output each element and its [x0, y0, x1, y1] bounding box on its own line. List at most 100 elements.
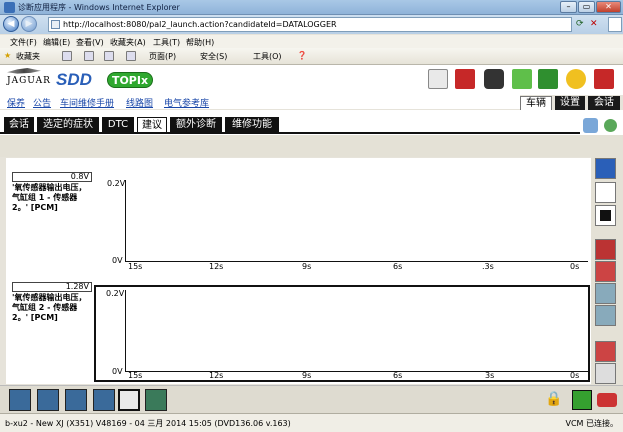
right-toolbar	[591, 155, 623, 387]
link-electrical-library[interactable]: 电气参考库	[164, 96, 209, 109]
chart2-signal-label: '氧传感器输出电压，气缸组 2 - 传感器 2。' [PCM]	[12, 293, 87, 322]
battery-icon[interactable]	[484, 69, 504, 89]
minimize-button[interactable]: –	[560, 1, 577, 13]
signal-list-icon[interactable]	[595, 261, 616, 282]
chart-settings-icon[interactable]	[595, 239, 616, 260]
datalogger-icon[interactable]	[118, 389, 140, 411]
network-icon[interactable]	[145, 389, 167, 411]
camera-icon[interactable]	[428, 69, 448, 89]
link-workshop-manual[interactable]: 车间维修手册	[60, 96, 114, 109]
document-icon[interactable]	[512, 69, 532, 89]
address-input[interactable]: http://localhost:8080/pal2_launch.action…	[48, 17, 572, 32]
lock-icon: 🔒	[545, 391, 563, 407]
maximize-button[interactable]: ▭	[578, 1, 595, 13]
read-mail-icon[interactable]	[104, 51, 114, 61]
menu-favorites[interactable]: 收藏夹(A)	[110, 37, 146, 48]
tools-menu[interactable]: 工具(O)	[253, 51, 282, 62]
favorites-star-icon[interactable]: ★	[4, 51, 11, 60]
exit-icon[interactable]	[594, 69, 614, 89]
window-title: 诊断应用程序 - Windows Internet Explorer	[18, 3, 180, 12]
checklist-icon[interactable]	[538, 69, 558, 89]
car-diagnostic-icon[interactable]	[65, 389, 87, 411]
chart1-xtick: 0s	[570, 262, 580, 271]
tab-vehicle[interactable]: 车辆	[520, 96, 552, 110]
link-maintenance[interactable]: 保养	[7, 96, 25, 109]
battery-status-icon	[597, 393, 617, 407]
download-icon[interactable]	[566, 69, 586, 89]
tab-session[interactable]: 会话	[588, 96, 620, 110]
export-icon[interactable]	[595, 363, 616, 384]
sdd-logo: SDD	[56, 70, 92, 89]
print-icon[interactable]	[126, 51, 136, 61]
menu-edit[interactable]: 编辑(E)	[43, 37, 70, 48]
chart1-signal-label: '氧传感器输出电压，气缸组 1 - 传感器 2。' [PCM]	[12, 183, 87, 212]
refresh-round-icon[interactable]	[604, 119, 617, 132]
diagnostic-device-icon[interactable]	[455, 69, 475, 89]
zoom-in-icon[interactable]	[595, 283, 616, 304]
link-bulletins[interactable]: 公告	[33, 96, 51, 109]
home-screen-icon[interactable]	[9, 389, 31, 411]
save-log-icon[interactable]	[595, 341, 616, 362]
chart1-xtick: 9s	[302, 262, 312, 271]
menu-help[interactable]: 帮助(H)	[186, 37, 214, 48]
jaguar-logo: JAGUAR	[7, 68, 51, 86]
record-camera-icon[interactable]	[595, 182, 616, 203]
chart1-xtick: 12s	[209, 262, 224, 271]
chart2-xtick: 15s	[128, 371, 143, 380]
page-icon	[51, 20, 60, 29]
stop-icon[interactable]: ✕	[590, 19, 598, 29]
menu-file[interactable]: 文件(F)	[10, 37, 37, 48]
vcm-connected-icon	[572, 390, 592, 410]
chart2-selected-frame[interactable]	[94, 285, 590, 382]
page-menu[interactable]: 页面(P)	[149, 51, 176, 62]
search-input[interactable]	[608, 17, 622, 32]
topix-button[interactable]: TOPIx	[107, 72, 153, 88]
tab-session-main[interactable]: 会话	[4, 117, 34, 132]
menu-bar: 文件(F) 编辑(E) 查看(V) 收藏夹(A) 工具(T) 帮助(H)	[0, 35, 623, 48]
command-bar: ★ 收藏夹 页面(P) 安全(S) 工具(O) ❓	[0, 48, 623, 65]
bottom-toolbar: 🔒	[0, 385, 623, 413]
tab-underline	[0, 132, 580, 134]
tab-extra-diagnostics[interactable]: 额外诊断	[170, 117, 222, 132]
home-icon[interactable]	[62, 51, 72, 61]
favorites-label[interactable]: 收藏夹	[16, 51, 40, 62]
connection-status: VCM 已连接。	[565, 419, 618, 428]
refresh-icon[interactable]: ⟳	[576, 19, 584, 29]
menu-tools[interactable]: 工具(T)	[153, 37, 180, 48]
chart2-y-axis	[125, 290, 126, 372]
chart1-y-axis	[125, 180, 126, 262]
chart2-ytick-bottom: 0V	[112, 367, 123, 376]
tab-dtc[interactable]: DTC	[102, 117, 134, 132]
chart1-ytick-top: 0.2V	[107, 179, 126, 188]
chart2-xtick: 3s	[485, 371, 495, 380]
list-view-icon[interactable]	[595, 158, 616, 179]
link-wiring-diagrams[interactable]: 线路图	[126, 96, 153, 109]
help-icon[interactable]: ❓	[297, 51, 307, 60]
main-tab-bar: 会话 选定的症状 DTC 建议 额外诊断 维修功能	[0, 110, 623, 135]
tab-repair-functions[interactable]: 维修功能	[225, 117, 279, 132]
chart1-xtick: 15s	[128, 262, 143, 271]
session-info: b-xu2 - New XJ (X351) V48169 - 04 三月 201…	[5, 419, 291, 428]
checklist-tool-icon[interactable]	[93, 389, 115, 411]
chart2-ytick-top: 0.2V	[106, 289, 125, 298]
chart1-xtick: .3s	[482, 262, 494, 271]
safety-menu[interactable]: 安全(S)	[200, 51, 227, 62]
close-button[interactable]: ✕	[596, 1, 621, 13]
chart1-current-value: 0.8V	[12, 172, 92, 182]
forward-arrow-icon[interactable]: ▶	[21, 16, 37, 32]
tab-settings[interactable]: 设置	[555, 96, 585, 110]
chart2-xtick: 12s	[209, 371, 224, 380]
tab-selected-symptoms[interactable]: 选定的症状	[37, 117, 99, 132]
zoom-out-icon[interactable]	[595, 305, 616, 326]
stop-square-icon[interactable]	[595, 205, 616, 226]
link-bar: 保养 公告 车间维修手册 线路图 电气参考库	[0, 95, 520, 109]
chart2-current-value: 1.28V	[12, 282, 92, 292]
tab-recommendations[interactable]: 建议	[137, 117, 167, 132]
menu-view[interactable]: 查看(V)	[76, 37, 104, 48]
back-arrow-icon[interactable]: ◀	[3, 16, 19, 32]
feeds-icon[interactable]	[84, 51, 94, 61]
vehicle-info-icon[interactable]	[37, 389, 59, 411]
chart1-ytick-bottom: 0V	[112, 256, 123, 265]
app-header: JAGUAR SDD TOPIx	[0, 65, 623, 95]
computer-user-icon[interactable]	[583, 118, 598, 133]
